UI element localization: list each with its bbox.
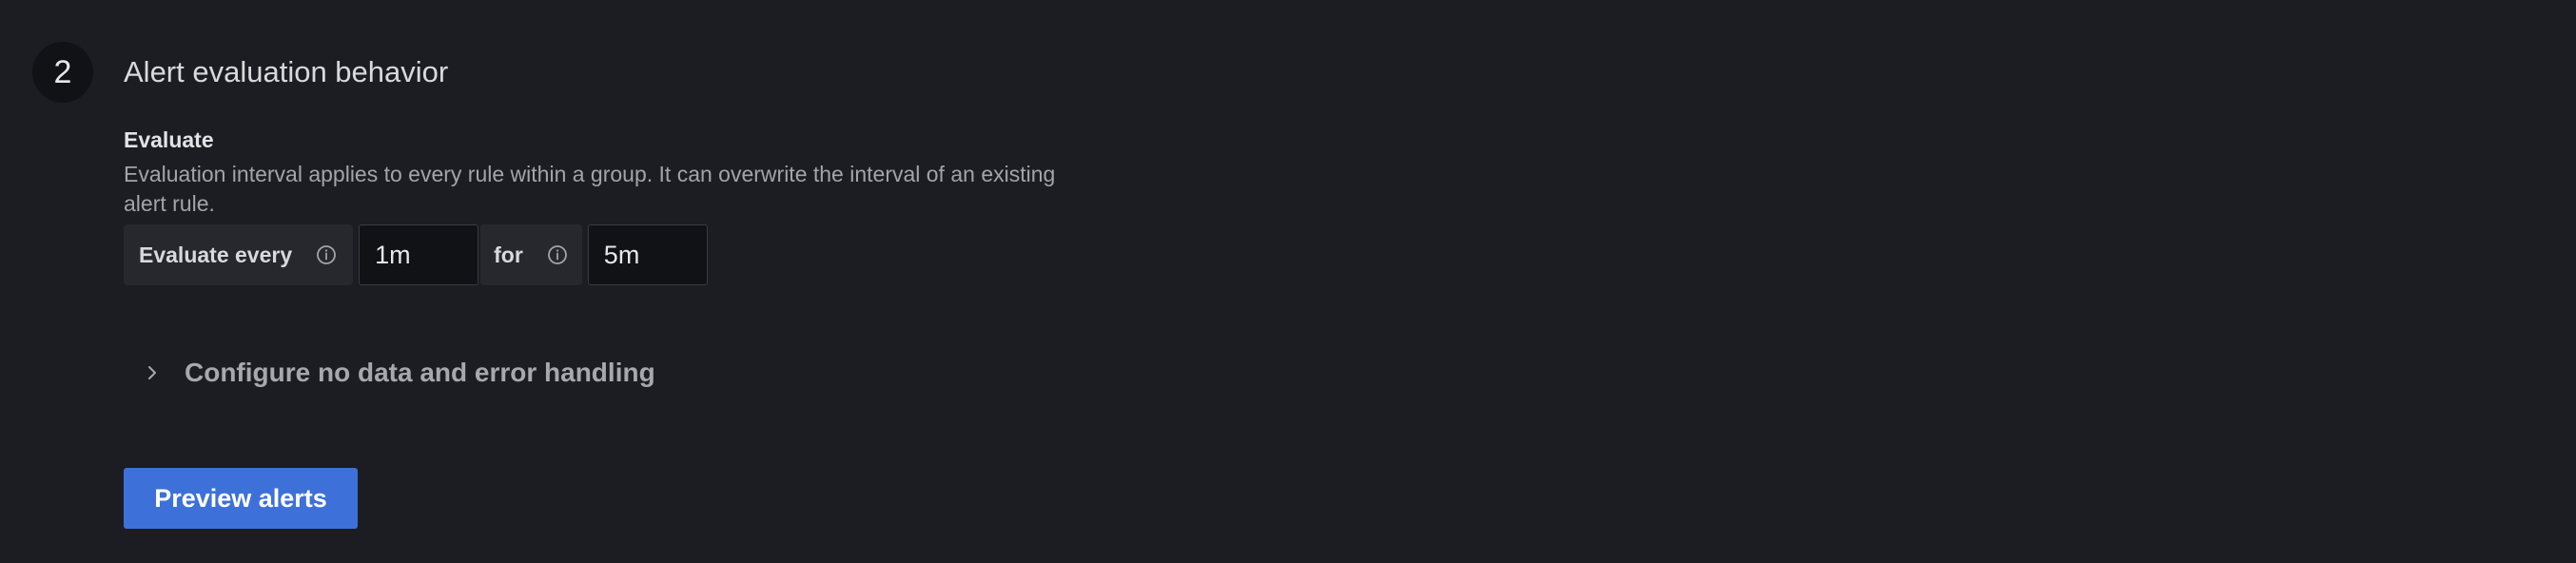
evaluate-description: Evaluation interval applies to every rul… xyxy=(124,162,1056,216)
info-circle-icon[interactable] xyxy=(546,243,569,266)
alert-evaluation-section: 2 Alert evaluation behavior Evaluate Eva… xyxy=(0,0,2576,563)
info-circle-icon[interactable] xyxy=(315,243,338,266)
evaluate-label: Evaluate xyxy=(124,127,214,152)
evaluate-every-input[interactable] xyxy=(359,224,479,285)
evaluate-every-addon: Evaluate every xyxy=(124,224,354,285)
configure-no-data-label: Configure no data and error handling xyxy=(185,358,655,387)
chevron-right-icon xyxy=(143,363,162,382)
step-number-badge: 2 xyxy=(32,42,93,103)
preview-alerts-button[interactable]: Preview alerts xyxy=(124,468,358,529)
evaluate-row: Evaluate every for xyxy=(124,224,708,285)
for-addon: for xyxy=(480,224,582,285)
section-title: Alert evaluation behavior xyxy=(124,55,449,88)
configure-no-data-toggle[interactable]: Configure no data and error handling xyxy=(143,358,655,388)
for-label: for xyxy=(494,242,523,267)
evaluate-every-label: Evaluate every xyxy=(139,242,293,267)
for-duration-input[interactable] xyxy=(587,224,708,285)
